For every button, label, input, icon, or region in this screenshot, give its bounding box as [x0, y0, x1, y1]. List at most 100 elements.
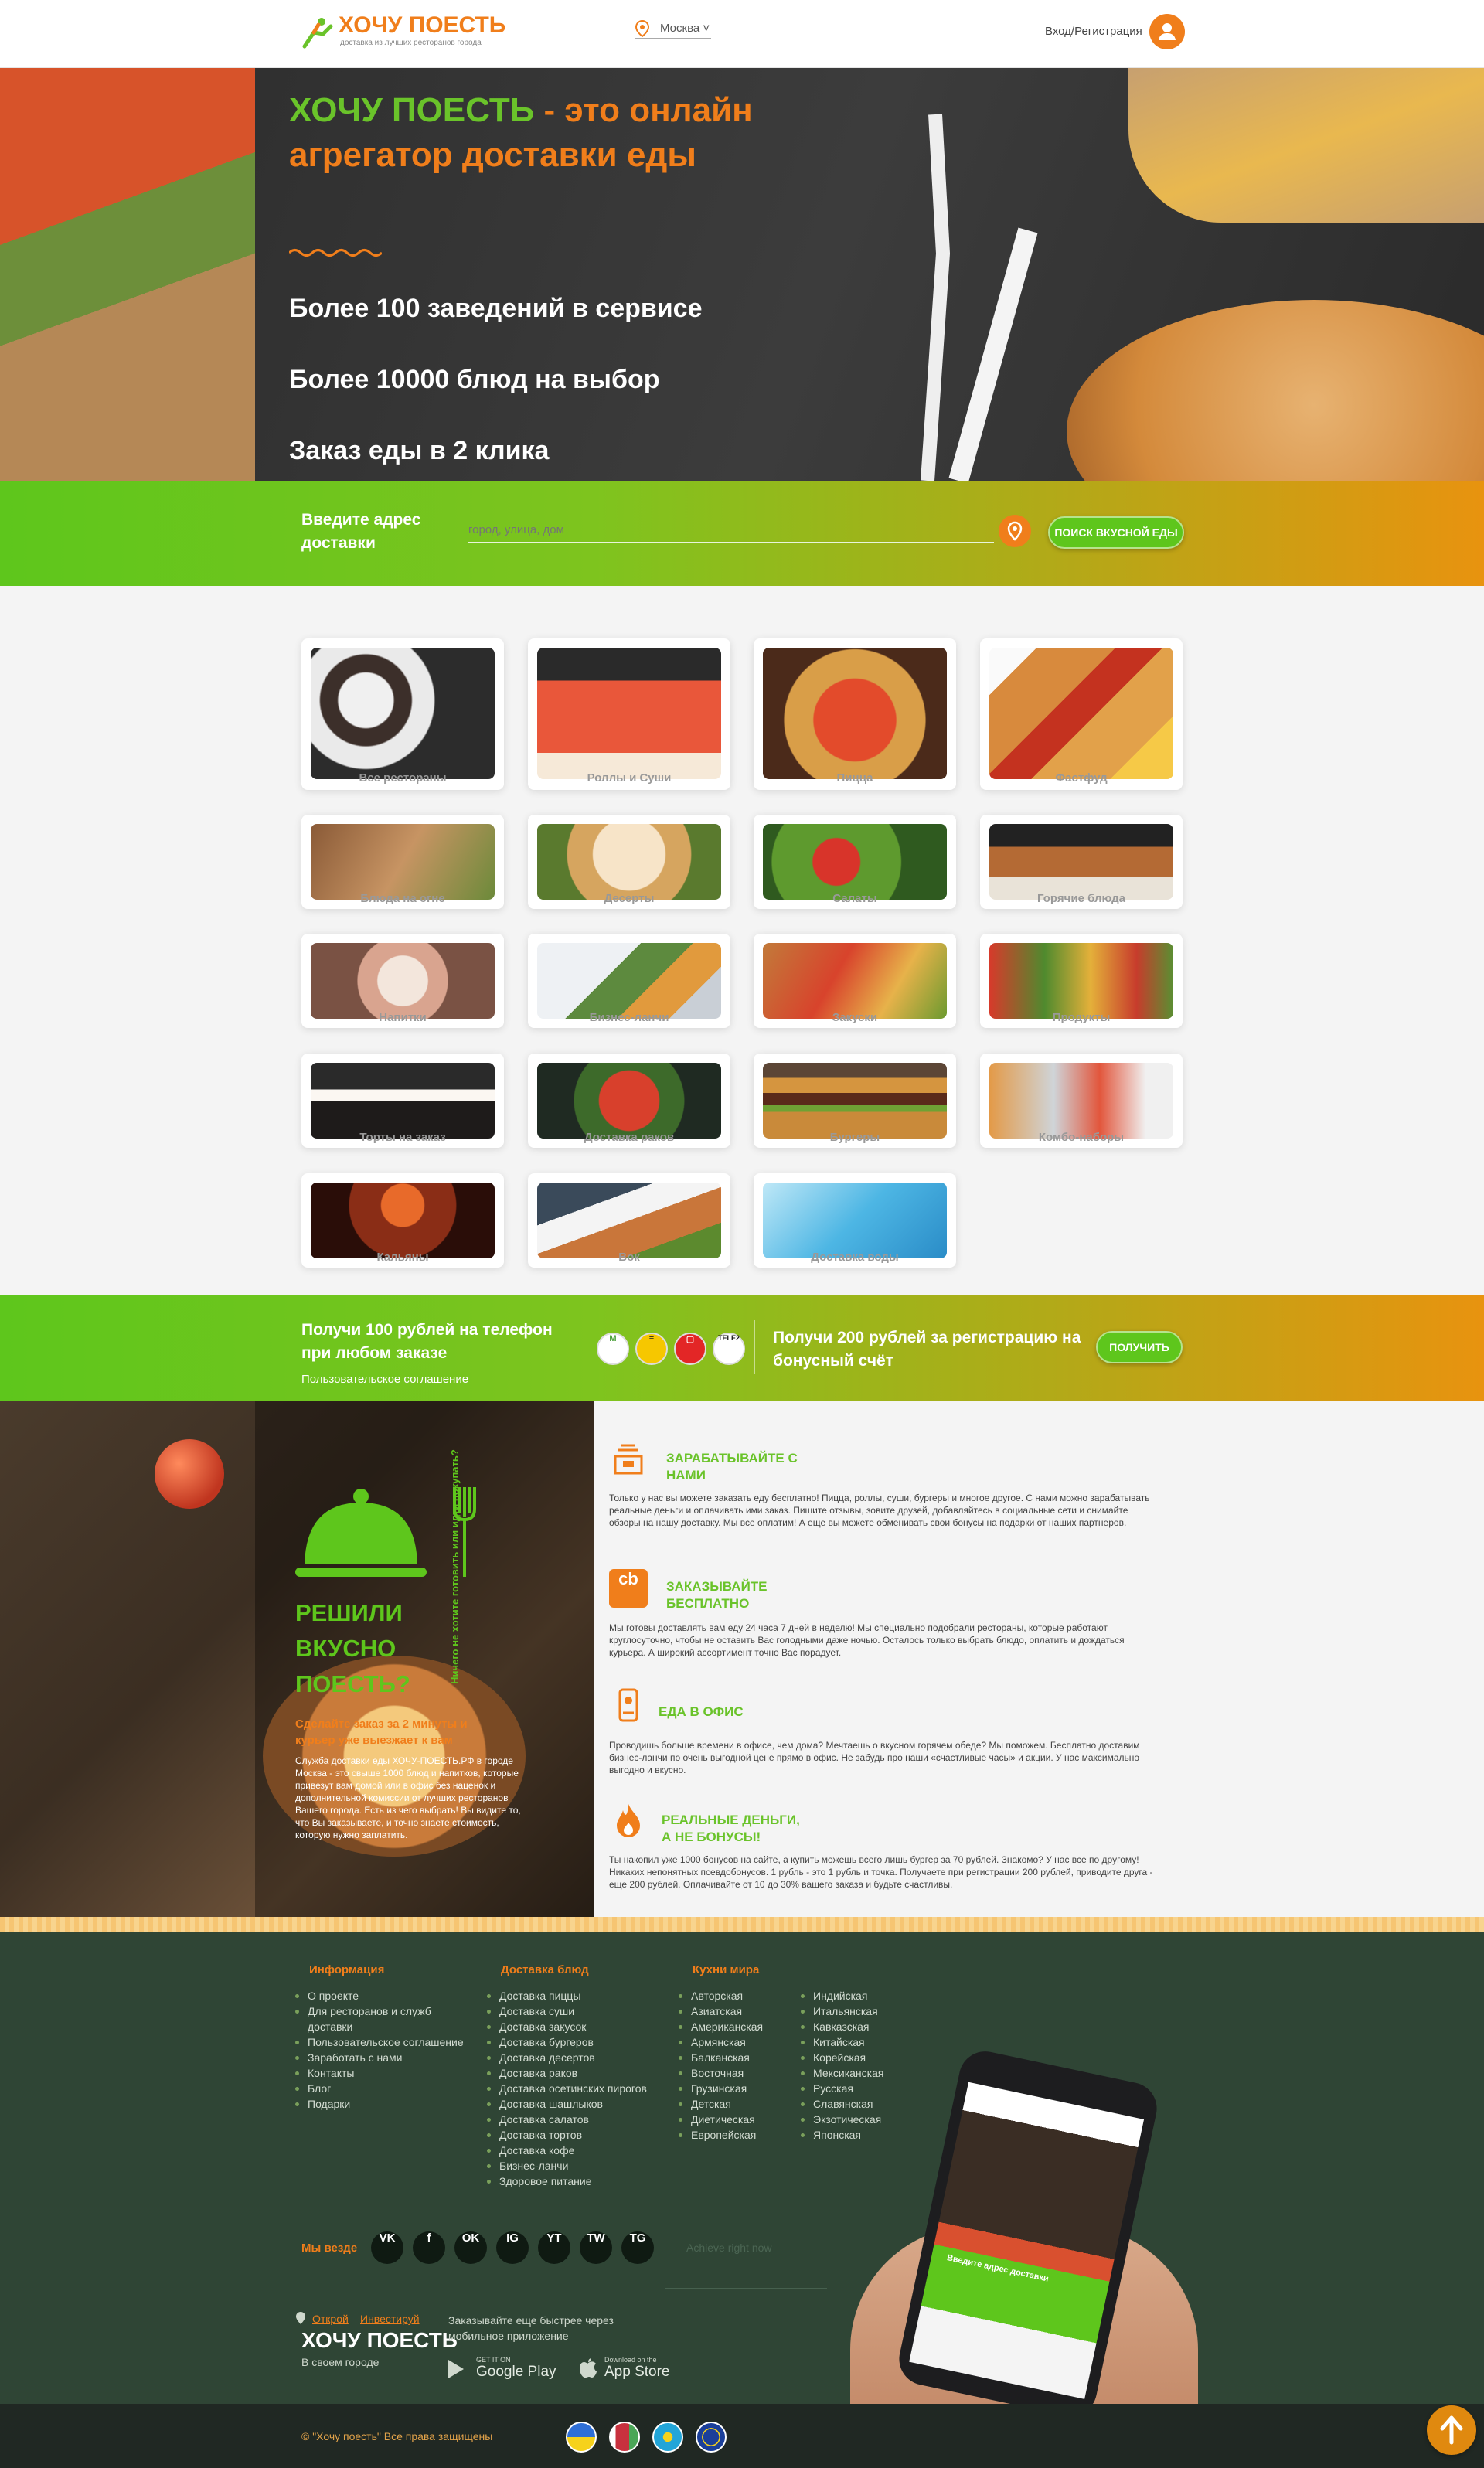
- as-big: App Store: [604, 2364, 670, 2380]
- category-label: Продукты: [1052, 1011, 1111, 1024]
- footer-link[interactable]: Доставка десертов: [487, 2050, 672, 2065]
- footer-link[interactable]: Заработать с нами: [295, 2050, 481, 2065]
- footer-link[interactable]: Кавказская: [801, 2019, 917, 2034]
- footer-link[interactable]: Контакты: [295, 2065, 481, 2081]
- user-avatar[interactable]: [1149, 14, 1185, 49]
- footer-link[interactable]: Славянская: [801, 2096, 917, 2112]
- flag-kazakhstan-icon[interactable]: [652, 2422, 683, 2453]
- footer-link[interactable]: Грузинская: [679, 2081, 795, 2096]
- flag-belarus-icon[interactable]: [609, 2422, 640, 2453]
- category-card[interactable]: Продукты: [980, 934, 1183, 1028]
- search-food-button[interactable]: ПОИСК ВКУСНОЙ ЕДЫ: [1048, 516, 1184, 549]
- instagram-icon[interactable]: IG: [496, 2231, 529, 2264]
- open-link[interactable]: Открой: [312, 2313, 349, 2325]
- footer-link[interactable]: Индийская: [801, 1988, 917, 2003]
- footer-link[interactable]: О проекте: [295, 1988, 481, 2003]
- invest-link[interactable]: Инвестируй: [360, 2313, 420, 2325]
- category-card[interactable]: Вок: [528, 1173, 730, 1268]
- office-icon: [618, 1688, 638, 1722]
- footer-link[interactable]: Китайская: [801, 2034, 917, 2050]
- footer-link[interactable]: Детская: [679, 2096, 795, 2112]
- app-store-button[interactable]: Download on the App Store: [578, 2353, 694, 2384]
- footer-link[interactable]: Восточная: [679, 2065, 795, 2081]
- footer-link[interactable]: Пользовательское соглашение: [295, 2034, 481, 2050]
- footer-link[interactable]: Блог: [295, 2081, 481, 2096]
- login-link[interactable]: Вход/Регистрация: [1045, 25, 1142, 38]
- twitter-icon[interactable]: TW: [580, 2231, 612, 2264]
- category-card[interactable]: Все рестораны: [301, 638, 504, 790]
- footer-link[interactable]: Русская: [801, 2081, 917, 2096]
- bonus-promo-bar: Получи 100 рублей на телефон при любом з…: [0, 1295, 1484, 1401]
- category-image: [537, 1063, 721, 1139]
- footer-link[interactable]: Американская: [679, 2019, 795, 2034]
- footer-link[interactable]: Армянская: [679, 2034, 795, 2050]
- odnoklassniki-icon[interactable]: OK: [454, 2231, 487, 2264]
- footer-link[interactable]: Диетическая: [679, 2112, 795, 2127]
- facebook-icon[interactable]: f: [413, 2231, 445, 2264]
- category-card[interactable]: Пицца: [754, 638, 956, 790]
- footer-link[interactable]: Доставка бургеров: [487, 2034, 672, 2050]
- category-card[interactable]: Торты на заказ: [301, 1054, 504, 1148]
- feature-text: Ты накопил уже 1000 бонусов на сайте, а …: [609, 1854, 1153, 1890]
- category-card[interactable]: Напитки: [301, 934, 504, 1028]
- footer-link[interactable]: Доставка кофе: [487, 2143, 672, 2158]
- city-selector[interactable]: Москва ˅: [635, 20, 712, 39]
- youtube-icon[interactable]: YT: [538, 2231, 570, 2264]
- info-subtitle: Сделайте заказ за 2 минуты и курьер уже …: [295, 1717, 468, 1747]
- logo-tagline: доставка из лучших ресторанов города: [340, 39, 482, 47]
- footer-link[interactable]: Доставка шашлыков: [487, 2096, 672, 2112]
- footer-link[interactable]: Экзотическая: [801, 2112, 917, 2127]
- category-card[interactable]: Горячие блюда: [980, 815, 1183, 909]
- category-card[interactable]: Доставка раков: [528, 1054, 730, 1148]
- vk-icon[interactable]: VK: [371, 2231, 403, 2264]
- category-card[interactable]: Доставка воды: [754, 1173, 956, 1268]
- agreement-link[interactable]: Пользовательское соглашение: [301, 1373, 468, 1386]
- footer-link[interactable]: Доставка осетинских пирогов: [487, 2081, 672, 2096]
- category-card[interactable]: Фастфуд: [980, 638, 1183, 790]
- category-card[interactable]: Закуски: [754, 934, 956, 1028]
- category-card[interactable]: Роллы и Суши: [528, 638, 730, 790]
- category-card[interactable]: Комбо-наборы: [980, 1054, 1183, 1148]
- footer-brand[interactable]: ХОЧУ ПОЕСТЬ: [301, 2328, 458, 2353]
- logo-text[interactable]: ХОЧУ ПОЕСТЬ: [339, 12, 505, 39]
- footer-link[interactable]: Доставка тортов: [487, 2127, 672, 2143]
- category-card[interactable]: Бургеры: [754, 1054, 956, 1148]
- footer-cuisines-list: Индийская Итальянская Кавказская Китайск…: [801, 1988, 917, 2143]
- flag-eu-icon[interactable]: [696, 2422, 727, 2453]
- address-input[interactable]: [468, 518, 994, 543]
- footer-link[interactable]: Доставка пиццы: [487, 1988, 672, 2003]
- telegram-icon[interactable]: TG: [621, 2231, 654, 2264]
- info-body: Служба доставки еды ХОЧУ-ПОЕСТЬ.РФ в гор…: [295, 1755, 521, 1840]
- flag-ukraine-icon[interactable]: [566, 2422, 597, 2453]
- footer-link[interactable]: Корейская: [801, 2050, 917, 2065]
- footer-link[interactable]: Доставка салатов: [487, 2112, 672, 2127]
- footer-link[interactable]: Азиатская: [679, 2003, 795, 2019]
- geolocate-button[interactable]: [999, 515, 1031, 547]
- hero-fact: Заказ еды в 2 клика: [289, 436, 550, 465]
- footer-link[interactable]: Доставка суши: [487, 2003, 672, 2019]
- footer-link[interactable]: Здоровое питание: [487, 2174, 672, 2189]
- footer-link[interactable]: Подарки: [295, 2096, 481, 2112]
- get-bonus-button[interactable]: ПОЛУЧИТЬ: [1096, 1331, 1183, 1363]
- footer-link[interactable]: Балканская: [679, 2050, 795, 2065]
- logo-runner-icon[interactable]: [300, 15, 334, 49]
- footer-link[interactable]: Доставка закусок: [487, 2019, 672, 2034]
- google-play-button[interactable]: GET IT ON Google Play: [447, 2353, 563, 2384]
- footer-link[interactable]: Авторская: [679, 1988, 795, 2003]
- category-card[interactable]: Кальяны: [301, 1173, 504, 1268]
- category-card[interactable]: Десерты: [528, 815, 730, 909]
- footer-link[interactable]: Для ресторанов и служб доставки: [295, 2003, 442, 2034]
- category-card[interactable]: Салаты: [754, 815, 956, 909]
- footer-cuisines-list: Авторская Азиатская Американская Армянск…: [679, 1988, 795, 2143]
- scroll-top-button[interactable]: [1427, 2405, 1476, 2455]
- footer-link[interactable]: Итальянская: [801, 2003, 917, 2019]
- footer-link[interactable]: Японская: [801, 2127, 917, 2143]
- footer-link[interactable]: Европейская: [679, 2127, 795, 2143]
- category-card[interactable]: Блюда на огне: [301, 815, 504, 909]
- info-photo-panel: Ничего не хотите готовить или идти покуп…: [0, 1401, 594, 1917]
- footer-link[interactable]: Бизнес-ланчи: [487, 2158, 672, 2174]
- footer-link[interactable]: Доставка раков: [487, 2065, 672, 2081]
- category-card[interactable]: Бизнес-ланчи: [528, 934, 730, 1028]
- feature-title: ЗАРАБАТЫВАЙТЕ С НАМИ: [666, 1451, 798, 1483]
- footer-link[interactable]: Мексиканская: [801, 2065, 917, 2081]
